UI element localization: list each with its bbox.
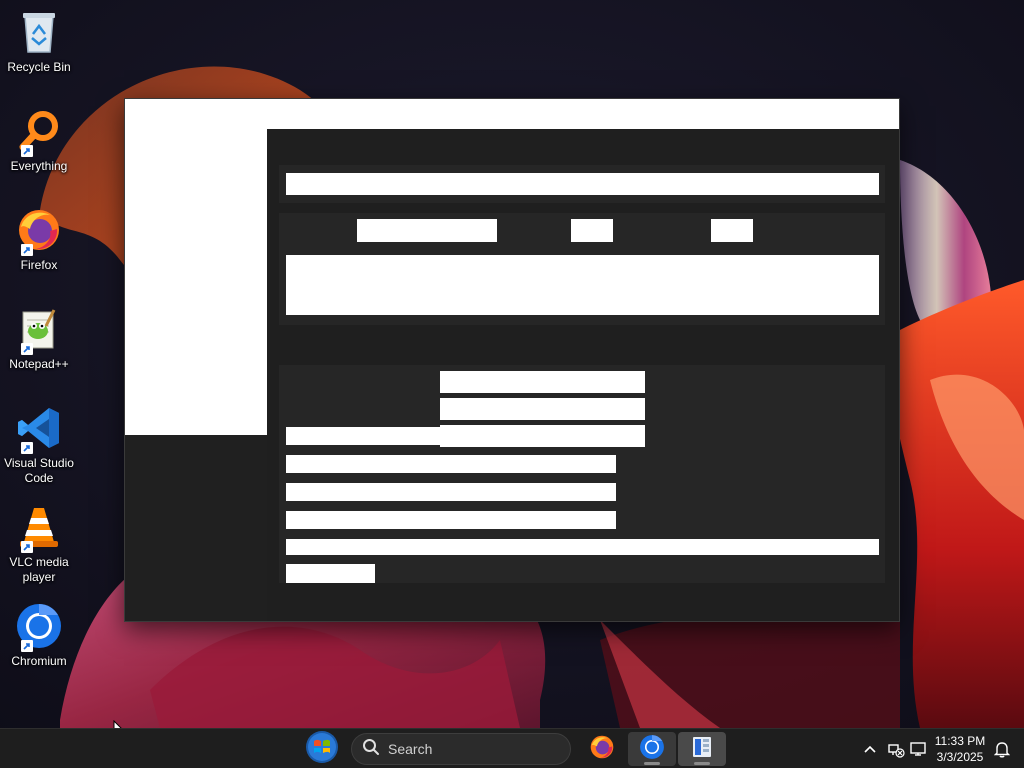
firefox-icon	[589, 734, 615, 765]
form-row	[286, 455, 616, 473]
taskbar-search-box[interactable]: Search	[351, 733, 571, 765]
desktop-icon-firefox[interactable]: Firefox	[4, 206, 74, 273]
window-titlebar[interactable]	[125, 99, 899, 129]
firefox-icon	[15, 206, 63, 256]
clock-time: 11:33 PM	[934, 734, 986, 748]
dropdown-option[interactable]	[440, 398, 645, 420]
desktop-icon-everything[interactable]: Everything	[4, 107, 74, 174]
desktop-icon-notepad-plus-plus[interactable]: Notepad++	[4, 305, 74, 372]
action-button[interactable]	[286, 564, 375, 583]
start-button[interactable]	[300, 730, 344, 768]
desktop-icon-label: Everything	[10, 159, 68, 173]
form-row-wide	[286, 539, 879, 555]
shortcut-arrow-icon	[21, 343, 33, 355]
windows-start-icon	[305, 730, 339, 768]
recycle-bin-icon	[15, 8, 63, 56]
shortcut-arrow-icon	[21, 244, 33, 256]
search-label: Search	[388, 741, 433, 757]
chevron-up-icon[interactable]	[860, 739, 880, 759]
tab-tertiary[interactable]	[711, 219, 753, 242]
taskbar-active-app-button[interactable]	[678, 732, 726, 766]
vscode-icon	[15, 404, 63, 454]
desktop-icon-label: Chromium	[11, 654, 67, 668]
chromium-icon	[15, 602, 63, 652]
search-icon	[362, 738, 380, 761]
file-explorer-app-icon	[690, 735, 714, 764]
desktop-icon-recycle-bin[interactable]: Recycle Bin	[4, 8, 74, 75]
form-row	[286, 427, 440, 445]
tab-primary[interactable]	[357, 219, 497, 242]
desktop-icon-visual-studio-code[interactable]: Visual Studio Code	[4, 404, 74, 486]
text-area[interactable]	[286, 255, 879, 315]
network-icon[interactable]	[886, 739, 906, 759]
desktop-icon-label: Visual Studio Code	[4, 456, 74, 485]
application-window[interactable]	[124, 98, 900, 622]
desktop-icon-label: Firefox	[20, 258, 58, 272]
desktop-icon-vlc-media-player[interactable]: VLC media player	[4, 503, 74, 585]
dropdown-option[interactable]	[440, 425, 645, 447]
desktop-icon-label: Recycle Bin	[7, 60, 71, 74]
taskbar-firefox-button[interactable]	[581, 732, 623, 766]
window-sidebar[interactable]	[125, 129, 267, 435]
middle-section	[279, 213, 885, 325]
form-row	[286, 511, 616, 529]
desktop-icon-label: VLC media player	[9, 555, 69, 584]
display-icon[interactable]	[908, 739, 928, 759]
shortcut-arrow-icon	[21, 442, 33, 454]
magnifier-icon	[15, 107, 63, 157]
shortcut-arrow-icon	[21, 145, 33, 157]
vlc-cone-icon	[15, 503, 63, 553]
dropdown-option[interactable]	[440, 371, 645, 393]
system-clock[interactable]: 11:33 PM 3/3/2025	[930, 733, 990, 765]
form-row	[286, 483, 616, 501]
lower-section	[279, 365, 885, 583]
notepad-plus-plus-icon	[15, 305, 63, 355]
tab-secondary[interactable]	[571, 219, 613, 242]
top-section	[279, 165, 885, 203]
desktop-icon-chromium[interactable]: Chromium	[4, 602, 74, 669]
chromium-icon	[639, 734, 665, 765]
notification-bell-icon[interactable]	[992, 739, 1012, 759]
taskbar-chromium-button[interactable]	[628, 732, 676, 766]
desktop-icon-label: Notepad++	[9, 357, 69, 371]
shortcut-arrow-icon	[21, 541, 33, 553]
top-field[interactable]	[286, 173, 879, 195]
clock-date: 3/3/2025	[936, 750, 984, 764]
window-content	[267, 129, 899, 621]
shortcut-arrow-icon	[21, 640, 33, 652]
taskbar: Search 11:33 PM 3/3/2025	[0, 728, 1024, 768]
